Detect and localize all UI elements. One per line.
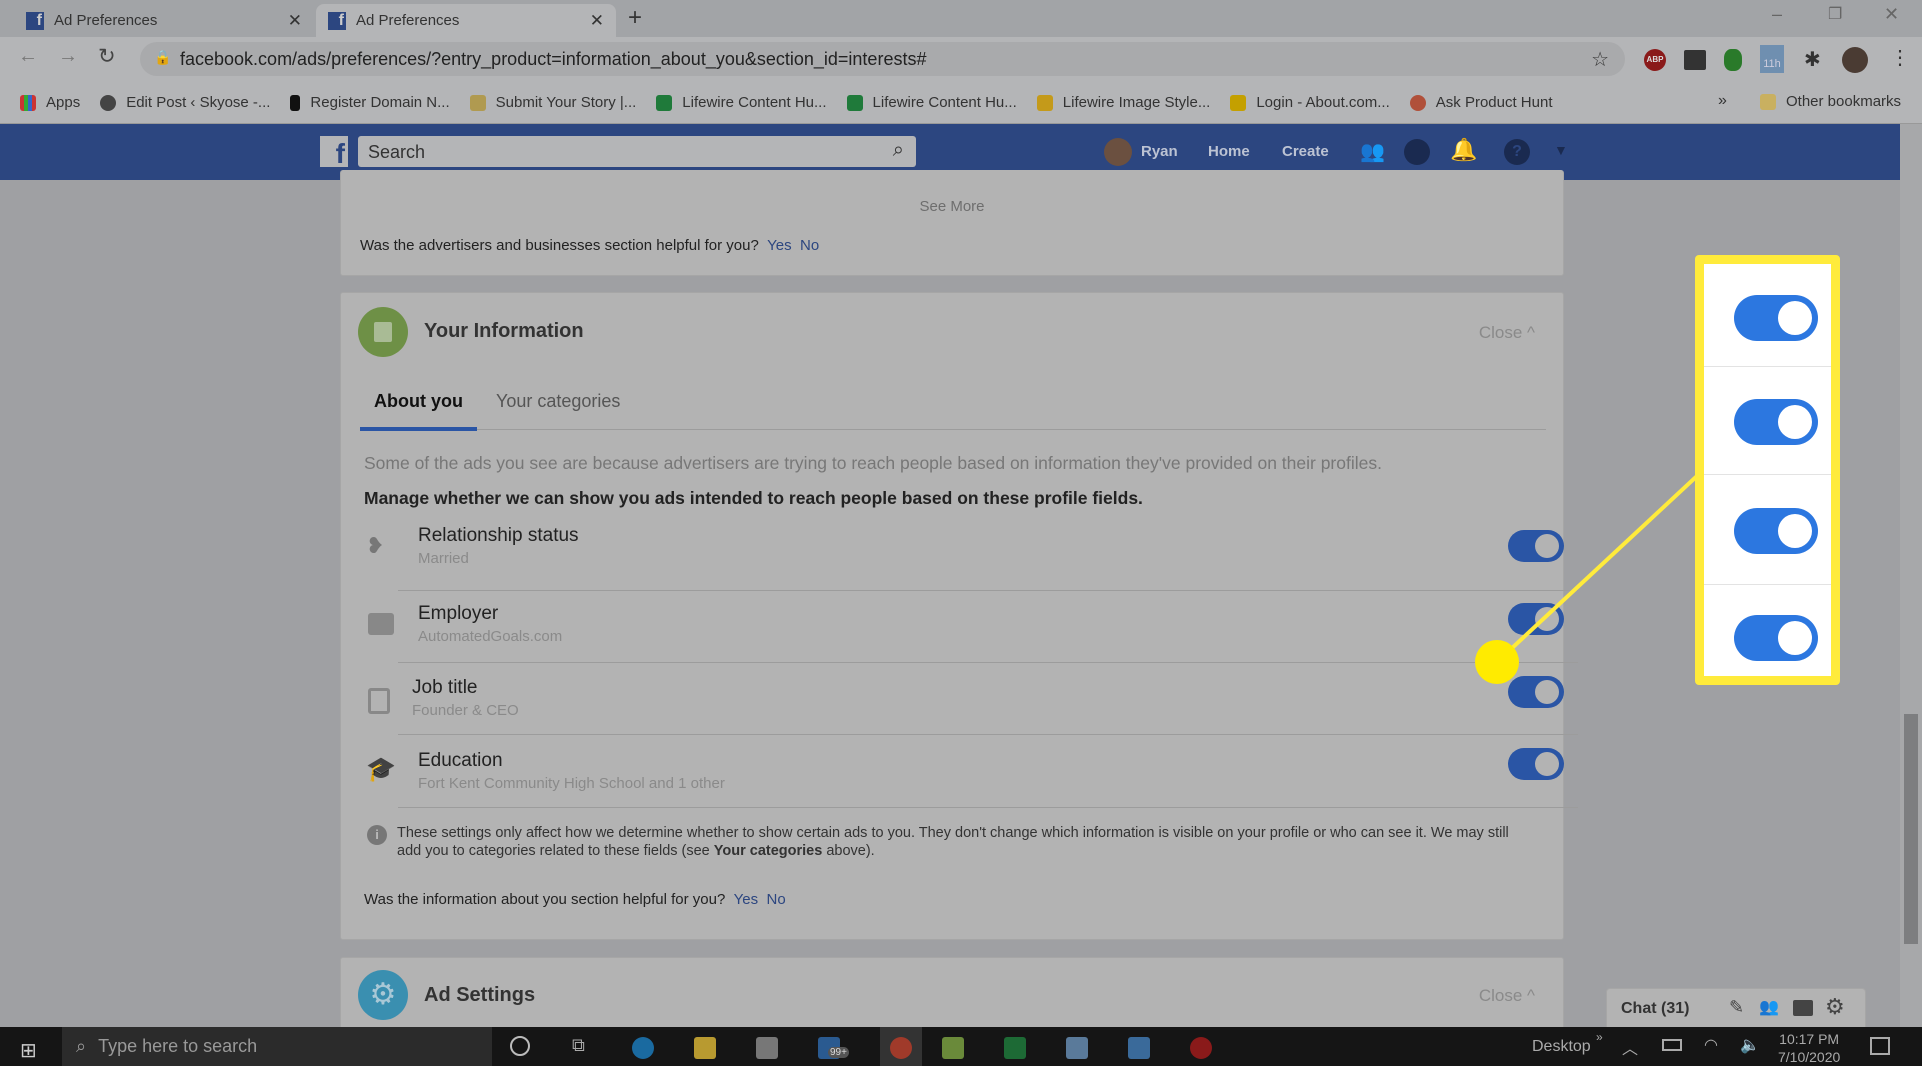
battery-icon[interactable] — [1662, 1039, 1682, 1051]
show-hidden-icons-chevron[interactable]: ︿ — [1622, 1035, 1638, 1059]
callout-toggle — [1734, 399, 1818, 445]
task-view-icon[interactable]: ⧉ — [572, 1035, 585, 1056]
mail-icon[interactable]: 99+ — [818, 1037, 849, 1059]
notepad-icon[interactable] — [1066, 1037, 1088, 1059]
search-icon: ⌕ — [76, 1036, 87, 1056]
desktop-toolbar[interactable]: Desktop — [1532, 1038, 1591, 1056]
taskbar-search-input[interactable]: ⌕ Type here to search — [62, 1027, 492, 1066]
callout-toggle — [1734, 508, 1818, 554]
callout-toggle — [1734, 615, 1818, 661]
toggles-zoom-callout — [1695, 255, 1840, 685]
file-explorer-icon[interactable] — [694, 1037, 716, 1059]
cortana-icon[interactable] — [510, 1036, 530, 1056]
callout-connector — [1475, 474, 1699, 684]
wifi-icon[interactable]: ◠ — [1704, 1035, 1718, 1055]
winrar-icon[interactable] — [942, 1037, 964, 1059]
callout-toggle — [1734, 295, 1818, 341]
app-icon[interactable] — [1190, 1037, 1212, 1059]
store-icon[interactable] — [756, 1037, 778, 1059]
windows-taskbar: ⊞ ⌕ Type here to search ⧉ 99+ Desktop » ︿… — [0, 1027, 1922, 1066]
control-panel-icon[interactable] — [1128, 1037, 1150, 1059]
chrome-taskbar-button[interactable] — [880, 1027, 922, 1066]
edge-icon[interactable] — [632, 1037, 654, 1059]
callout-dot — [1475, 640, 1519, 684]
volume-icon[interactable]: 🔈 — [1740, 1035, 1760, 1055]
notifications-icon[interactable] — [1870, 1037, 1890, 1055]
toolbar-expand-icon[interactable]: » — [1596, 1030, 1603, 1044]
excel-icon[interactable] — [1004, 1037, 1026, 1059]
windows-start-icon[interactable]: ⊞ — [20, 1038, 37, 1063]
clock[interactable]: 10:17 PM 7/10/2020 — [1778, 1030, 1840, 1066]
